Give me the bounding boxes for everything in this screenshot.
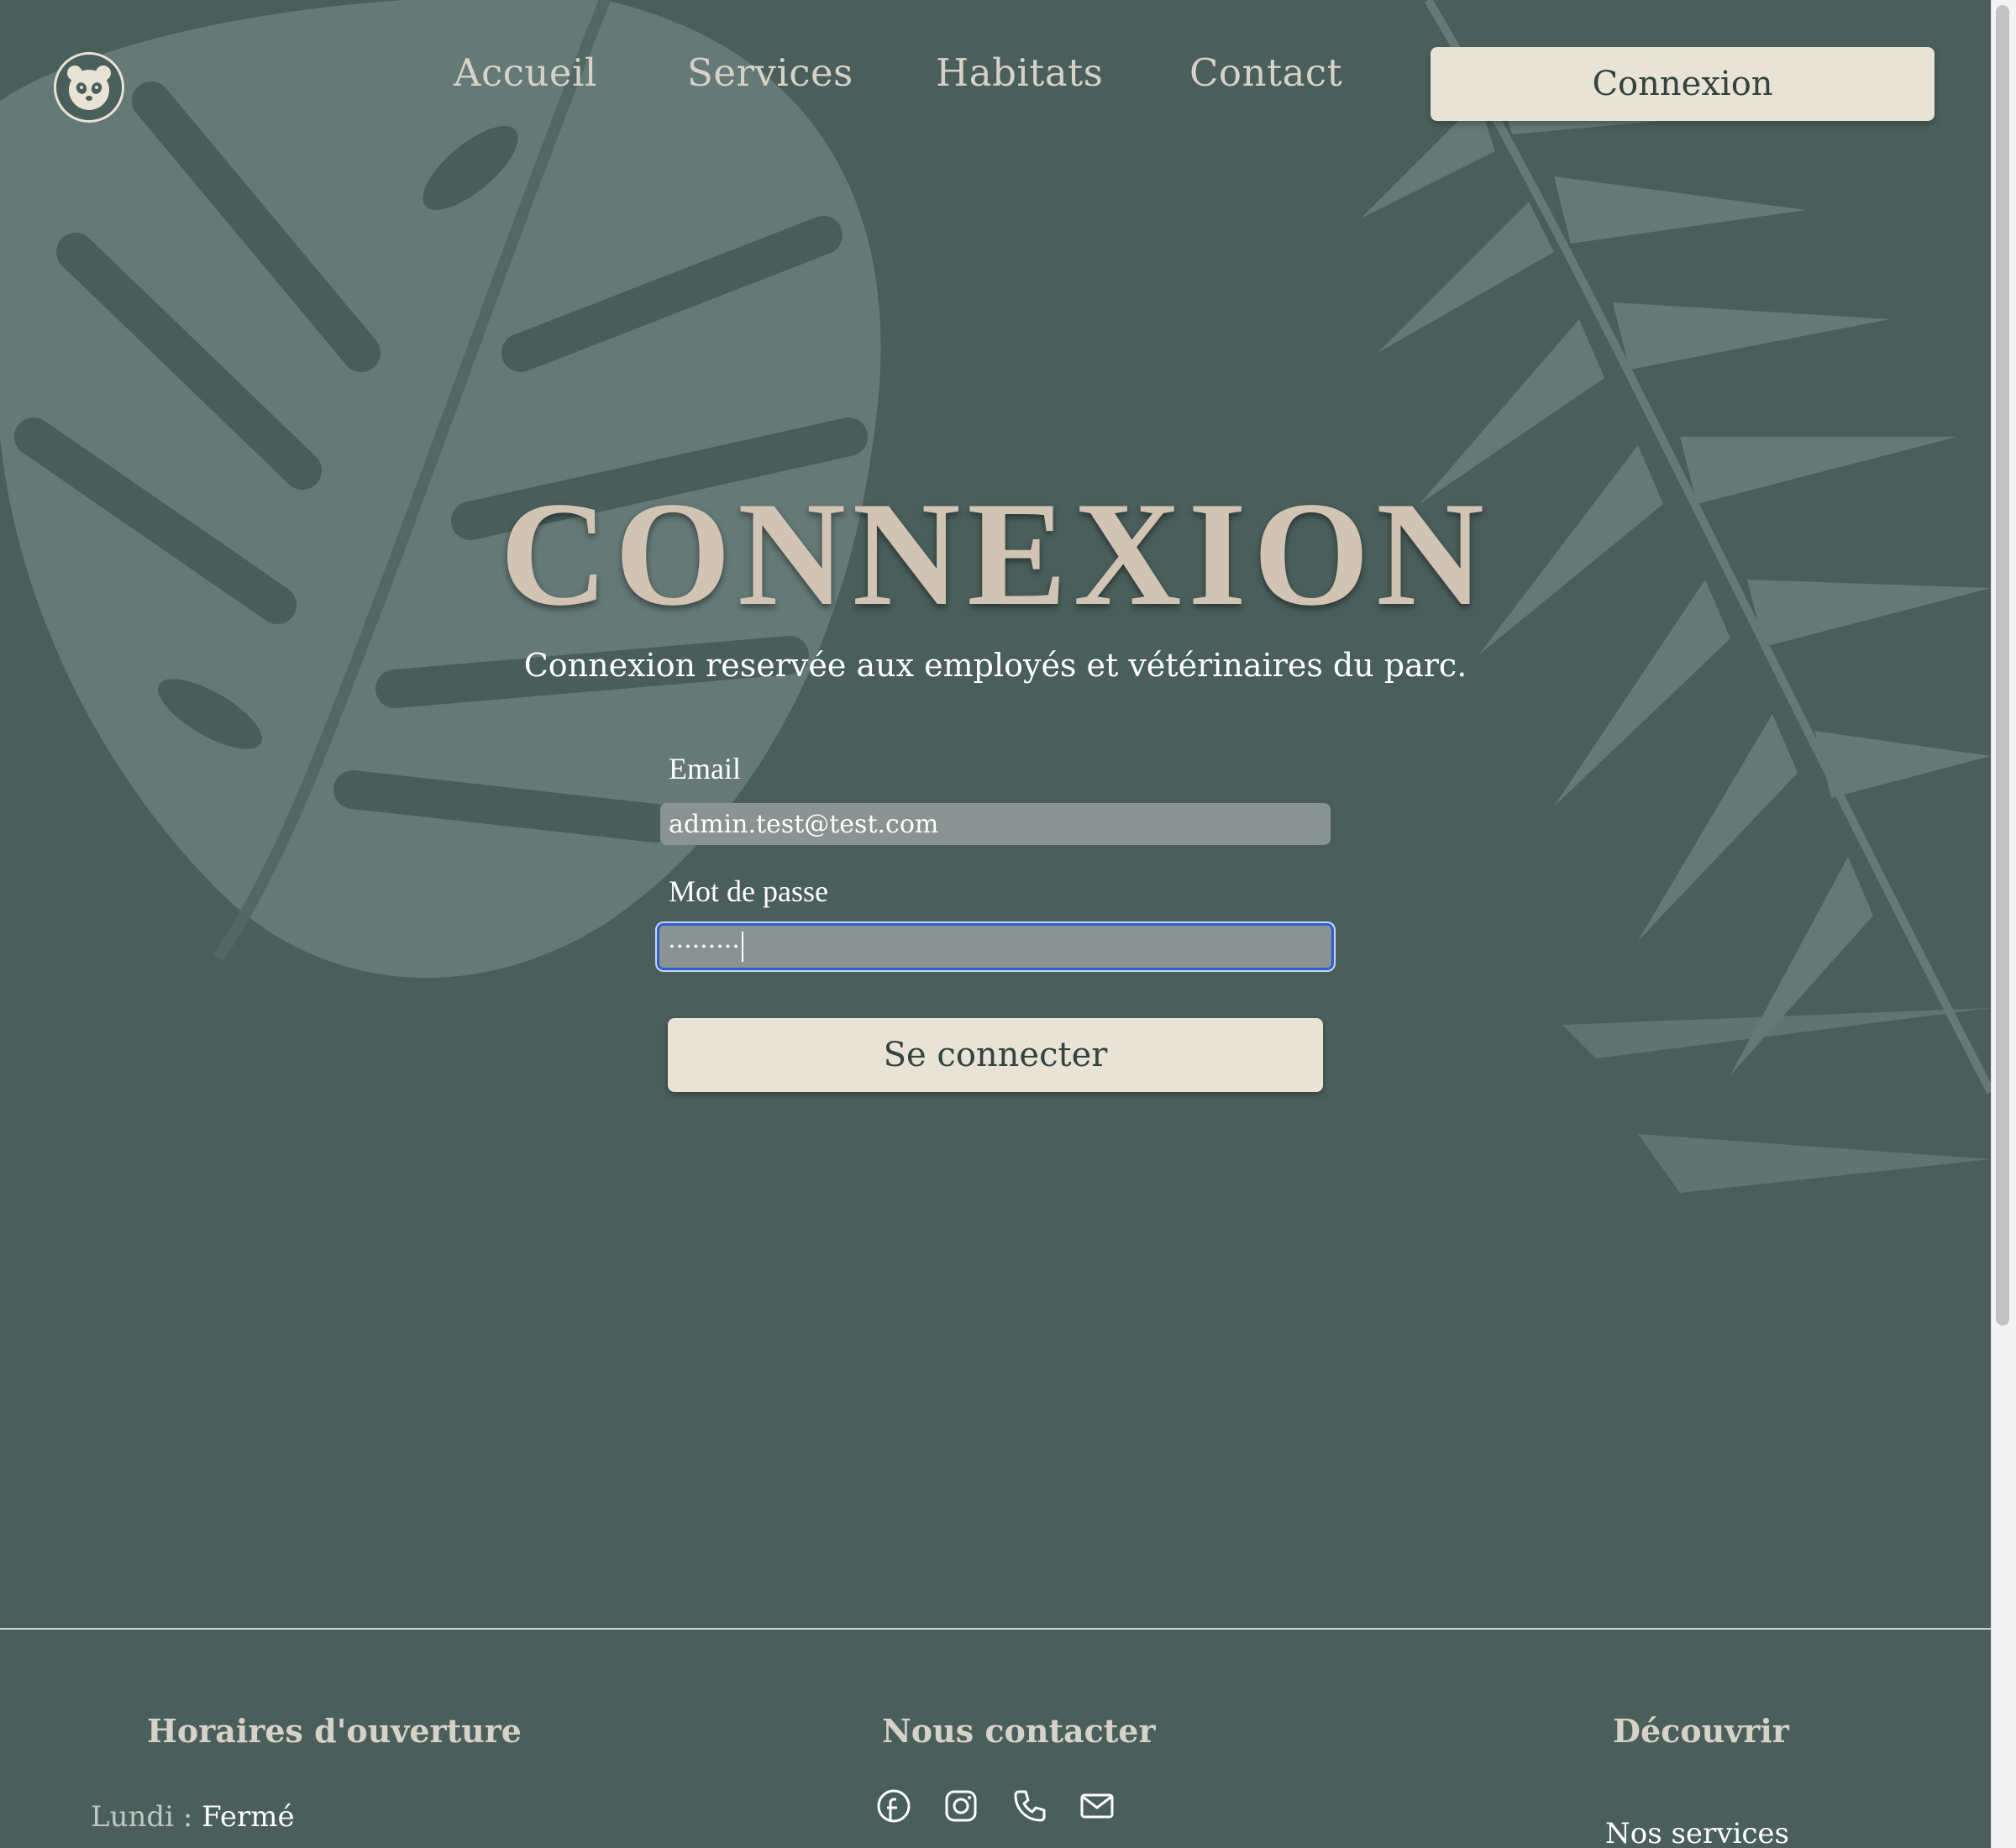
email-label: Email <box>669 752 741 785</box>
hours-heading: Horaires d'ouverture <box>147 1712 522 1750</box>
email-field[interactable]: admin.test@test.com <box>660 803 1331 845</box>
instagram-icon[interactable] <box>942 1788 979 1824</box>
password-label: Mot de passe <box>669 874 828 908</box>
password-value: ········· <box>668 932 740 962</box>
footer-link-services[interactable]: Nos services <box>1605 1817 1789 1848</box>
text-caret <box>741 932 743 962</box>
page-title: CONNEXION <box>500 470 1491 637</box>
logo[interactable] <box>54 52 124 123</box>
nav-link-contact[interactable]: Contact <box>1189 50 1342 95</box>
phone-icon[interactable] <box>1011 1788 1048 1824</box>
hours-row: Lundi : Fermé <box>91 1800 295 1834</box>
discover-heading: Découvrir <box>1613 1712 1789 1750</box>
password-field[interactable]: ········· <box>657 923 1334 970</box>
scrollbar-thumb[interactable] <box>1996 5 2009 1326</box>
facebook-icon[interactable] <box>875 1788 912 1824</box>
hours-value: Fermé <box>202 1800 295 1834</box>
page-subtitle: Connexion reservée aux employés et vétér… <box>523 647 1467 684</box>
page: Accueil Services Habitats Contact Connex… <box>0 0 1991 1848</box>
contact-heading: Nous contacter <box>882 1712 1156 1750</box>
submit-button[interactable]: Se connecter <box>668 1018 1323 1092</box>
nav-link-services[interactable]: Services <box>687 50 853 95</box>
panda-icon <box>67 66 111 110</box>
mail-icon[interactable] <box>1079 1788 1116 1824</box>
nav-link-habitats[interactable]: Habitats <box>936 50 1103 95</box>
nav-link-accueil[interactable]: Accueil <box>454 50 597 95</box>
hours-day: Lundi : <box>91 1800 193 1834</box>
email-value: admin.test@test.com <box>669 809 939 839</box>
header-login-button[interactable]: Connexion <box>1431 47 1935 121</box>
footer-divider <box>0 1628 1991 1630</box>
